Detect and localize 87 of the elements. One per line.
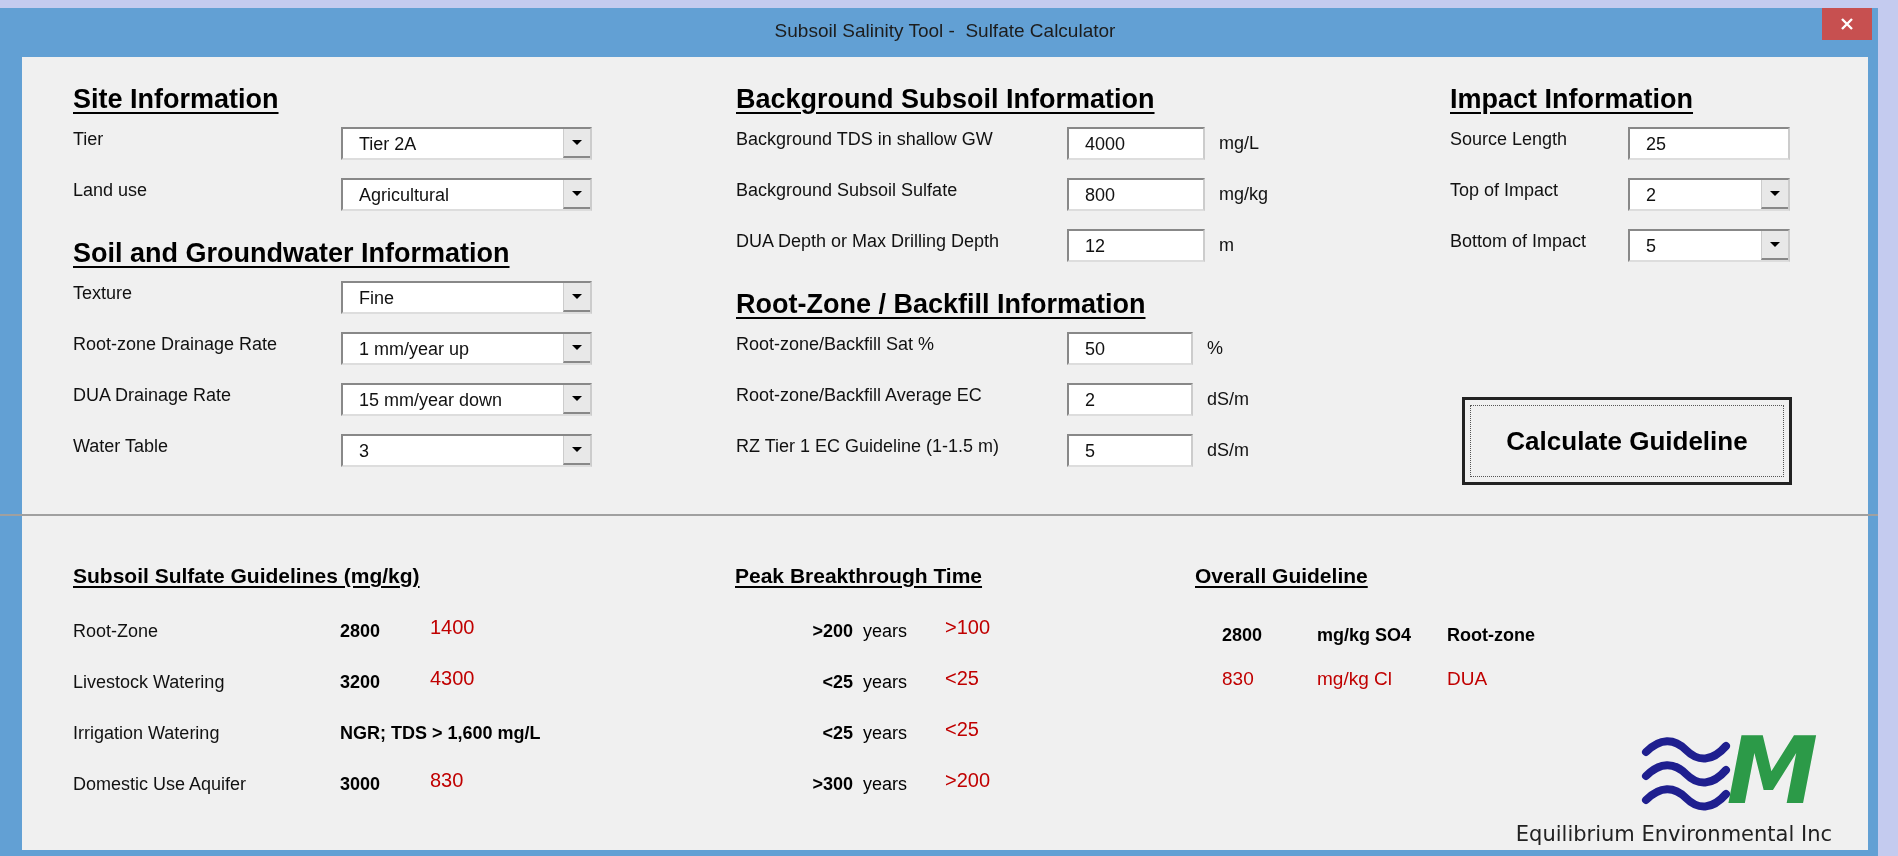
alternate-value: 830 [430, 769, 464, 792]
alternate-value: <25 [945, 667, 979, 690]
time-unit: years [862, 621, 908, 642]
section-heading: Impact Information [1450, 84, 1693, 115]
section-heading: Overall Guideline [1195, 564, 1368, 588]
field-label: DUA Depth or Max Drilling Depth [736, 230, 1001, 252]
section-heading: Subsoil Sulfate Guidelines (mg/kg) [73, 564, 420, 588]
company-name: Equilibrium Environmental Inc [1515, 822, 1832, 846]
dropdown[interactable]: Agricultural [341, 178, 592, 211]
section-heading: Site Information [73, 84, 279, 115]
dropdown-arrow-icon [1769, 190, 1781, 197]
unit-label: mg/L [1218, 132, 1260, 154]
guideline-value: 2800 [340, 621, 382, 642]
dropdown-arrow-icon [571, 190, 583, 197]
calculate-button[interactable]: Calculate Guideline [1462, 397, 1792, 485]
unit-label: % [1206, 337, 1223, 359]
field-label: Texture [73, 282, 134, 304]
guideline-label: Irrigation Watering [73, 723, 221, 744]
guideline-value: NGR; TDS > 1,600 mg/L [340, 723, 541, 744]
time-value: <25 [821, 672, 853, 693]
dropdown[interactable]: 3 [341, 434, 592, 467]
input-field[interactable]: 25 [1628, 127, 1790, 160]
unit-label: dS/m [1206, 439, 1249, 461]
time-unit: years [862, 723, 908, 744]
unit-label: mg/kg [1218, 183, 1269, 205]
guideline-value: 2800 [1222, 625, 1264, 646]
field-label: DUA Drainage Rate [73, 384, 233, 406]
input-field[interactable]: 50 [1067, 332, 1193, 365]
field-label: Root-zone/Backfill Average EC [736, 384, 983, 406]
unit-label: dS/m [1206, 388, 1249, 410]
section-heading: Peak Breakthrough Time [735, 564, 983, 588]
input-field[interactable]: 800 [1067, 178, 1205, 211]
guideline-value: 3000 [340, 774, 382, 795]
field-label: Root-zone/Backfill Sat % [736, 333, 936, 355]
dropdown[interactable]: Fine [341, 281, 592, 314]
input-field[interactable]: 2 [1067, 383, 1193, 416]
section-heading: Soil and Groundwater Information [73, 238, 510, 269]
dropdown[interactable]: 5 [1628, 229, 1790, 262]
time-unit: years [862, 672, 908, 693]
alternate-value: >200 [945, 769, 991, 792]
guideline-label: Domestic Use Aquifer [73, 774, 248, 795]
guideline-unit: mg/kg Cl [1317, 667, 1393, 690]
time-unit: years [862, 774, 908, 795]
guideline-label: Livestock Watering [73, 672, 226, 693]
dropdown-arrow-icon [571, 344, 583, 351]
input-field[interactable]: 5 [1067, 434, 1193, 467]
guideline-value: 830 [1222, 667, 1255, 690]
field-label: Land use [73, 179, 149, 201]
guideline-basis: DUA [1447, 667, 1488, 690]
guideline-value: 3200 [340, 672, 382, 693]
guideline-label: Root-Zone [73, 621, 160, 642]
section-heading: Background Subsoil Information [736, 84, 1155, 115]
alternate-value: 4300 [430, 667, 475, 690]
input-field[interactable]: 12 [1067, 229, 1205, 262]
alternate-value: 1400 [430, 616, 475, 639]
time-value: >200 [811, 621, 853, 642]
alternate-value: <25 [945, 718, 979, 741]
close-button[interactable] [1822, 8, 1872, 40]
field-label: Background TDS in shallow GW [736, 128, 994, 150]
dropdown-arrow-icon [571, 139, 583, 146]
time-value: >300 [811, 774, 853, 795]
dropdown[interactable]: 1 mm/year up [341, 332, 592, 365]
field-label: Source Length [1450, 128, 1569, 150]
field-label: Top of Impact [1450, 179, 1560, 201]
field-label: Tier [73, 128, 105, 150]
dropdown[interactable]: 2 [1628, 178, 1790, 211]
field-label: Background Subsoil Sulfate [736, 179, 959, 201]
time-value: <25 [821, 723, 853, 744]
dropdown[interactable]: 15 mm/year down [341, 383, 592, 416]
section-heading: Root-Zone / Backfill Information [736, 289, 1146, 320]
input-field[interactable]: 4000 [1067, 127, 1205, 160]
window-title: Subsoil Salinity Tool - Sulfate Calculator [774, 19, 1116, 42]
close-icon [1840, 17, 1854, 31]
dropdown-arrow-icon [571, 293, 583, 300]
field-label: Water Table [73, 435, 170, 457]
field-label: RZ Tier 1 EC Guideline (1-1.5 m) [736, 435, 1001, 457]
unit-label: m [1218, 234, 1234, 256]
dropdown-arrow-icon [1769, 241, 1781, 248]
guideline-unit: mg/kg SO4 [1317, 625, 1413, 646]
field-label: Root-zone Drainage Rate [73, 333, 279, 355]
logo-mark: M [1726, 731, 1818, 814]
dropdown-arrow-icon [571, 446, 583, 453]
alternate-value: >100 [945, 616, 991, 639]
guideline-basis: Root-zone [1447, 625, 1535, 646]
dropdown[interactable]: Tier 2A [341, 127, 592, 160]
dropdown-arrow-icon [571, 395, 583, 402]
field-label: Bottom of Impact [1450, 230, 1588, 252]
